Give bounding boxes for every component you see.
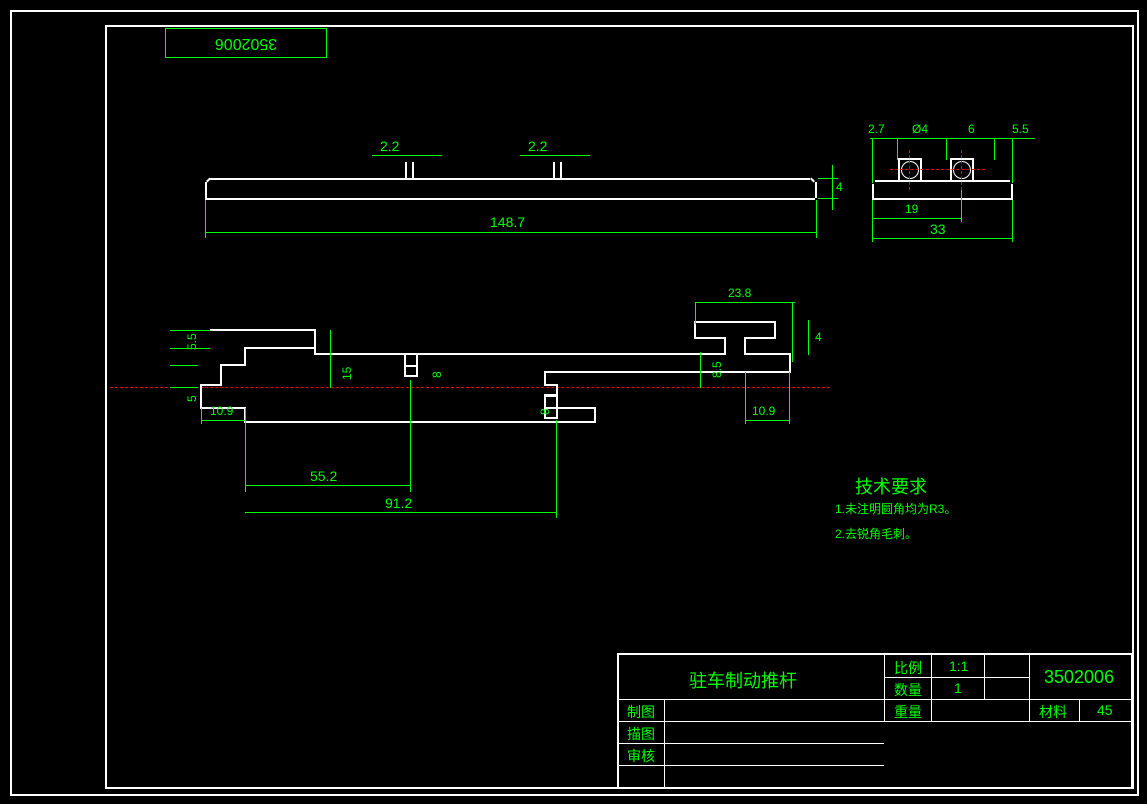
dim-238-e2	[792, 302, 793, 362]
pin1	[405, 162, 407, 178]
ext-e1	[872, 138, 873, 183]
dim-109r-e1	[745, 372, 746, 424]
tb-drawn: 制图	[627, 702, 655, 722]
dim-912-l	[245, 512, 557, 513]
dim-33-e1b	[872, 220, 873, 242]
pin2b	[560, 162, 562, 178]
hole1	[901, 161, 919, 179]
dim-85p: 8.5	[710, 361, 724, 378]
dim-27: 2.7	[868, 122, 885, 136]
tech-req-2: 2.去锐角毛刺。	[835, 525, 917, 542]
dim-148-txt: 148.7	[490, 214, 525, 230]
dim-33-l	[872, 238, 1013, 239]
tb-scale-lbl: 比例	[894, 658, 922, 678]
tech-req-title: 技术要求	[855, 473, 927, 499]
dim-552-l	[245, 485, 411, 486]
tb-part-name: 驻车制动推杆	[689, 667, 797, 693]
end-base-l	[872, 184, 874, 198]
end-base-top	[875, 180, 1010, 182]
dim-109l: 10.9	[210, 404, 233, 418]
dim-55-l2	[170, 348, 210, 349]
tech-req-1: 1.未注明圆角均为R3。	[835, 500, 956, 517]
tb-scale-val: 1:1	[949, 658, 968, 674]
dim-line-pin2	[520, 155, 590, 156]
tb-qty-val: 1	[954, 680, 962, 696]
dim-6: 6	[968, 122, 975, 136]
ext-e4	[994, 138, 995, 160]
dim-15p: 15	[340, 367, 354, 380]
tb-material: 材料	[1039, 702, 1067, 722]
front-view-r	[815, 182, 817, 198]
dim-109l-e1	[201, 408, 202, 424]
front-view-top	[210, 178, 810, 180]
hole2	[953, 161, 971, 179]
dim-15v	[330, 330, 331, 388]
ext-e5	[1012, 138, 1013, 183]
tb-dwg-no: 3502006	[1044, 667, 1114, 688]
dim-5-l2	[170, 365, 198, 366]
dim-phi4: Ø4	[912, 122, 928, 136]
front-view-l	[205, 182, 207, 198]
dim-line-pin1	[372, 155, 442, 156]
dim-55-l1	[170, 330, 210, 331]
dim-19-l	[872, 218, 962, 219]
dim-4-l2	[818, 198, 838, 199]
ext-e3	[946, 138, 947, 160]
dim-238-l	[695, 302, 795, 303]
dim-109r-l	[745, 420, 789, 421]
dim-552: 55.2	[310, 468, 337, 484]
dim-109r-e2	[789, 372, 790, 424]
dim-8bp: 8	[538, 408, 552, 415]
dim-4-v	[832, 165, 833, 210]
dim-912: 91.2	[385, 495, 412, 511]
plan-view-outline	[195, 310, 819, 460]
dim-912-e2	[556, 420, 557, 518]
dim-5p: 5	[185, 395, 199, 402]
dim-4pv	[808, 320, 809, 355]
title-block: 驻车制动推杆 比例 1:1 数量 1 3502006 制图 重量 材料 45 描…	[617, 653, 1133, 789]
dim-5-l1	[170, 387, 198, 388]
hole1-cl-v	[909, 150, 910, 190]
dim-238-e1	[695, 302, 696, 324]
dim-8p: 8	[430, 371, 444, 378]
tb-trace: 描图	[627, 724, 655, 744]
tb-material-val: 45	[1097, 702, 1113, 718]
dim-4-txt: 4	[836, 180, 843, 194]
dim-4-l	[818, 178, 838, 179]
dim-552-e1	[245, 422, 246, 492]
dim-552-e2	[410, 380, 411, 492]
ext-e2	[897, 138, 898, 160]
tb-weight: 重量	[894, 702, 922, 722]
dim-4p: 4	[815, 330, 822, 344]
dim-e-top	[870, 138, 1035, 139]
dim-pin1: 2.2	[380, 138, 399, 154]
dim-109l-l	[201, 420, 245, 421]
dim-19: 19	[905, 202, 918, 216]
end-base-bot	[872, 198, 1013, 200]
end-base-r	[1011, 184, 1013, 198]
tb-check: 审核	[627, 746, 655, 766]
dim-55e: 5.5	[1012, 122, 1029, 136]
hole-cl-h	[890, 169, 985, 170]
dim-238: 23.8	[728, 286, 751, 300]
dim-148	[205, 232, 817, 233]
dim-pin2: 2.2	[528, 138, 547, 154]
dim-33-e2	[1012, 200, 1013, 242]
part-id-box: 3502006	[165, 28, 327, 58]
boss1-t	[898, 158, 922, 160]
dim-19-e2	[961, 190, 962, 222]
boss2-t	[950, 158, 974, 160]
hole2-cl-v	[961, 150, 962, 190]
dim-109r: 10.9	[752, 404, 775, 418]
tb-qty-lbl: 数量	[894, 680, 922, 700]
pin1b	[412, 162, 414, 178]
front-view-bot	[205, 198, 815, 200]
pin2	[553, 162, 555, 178]
dim-85v	[700, 352, 701, 388]
dim-33: 33	[930, 221, 946, 237]
dim-19-e1	[872, 200, 873, 222]
